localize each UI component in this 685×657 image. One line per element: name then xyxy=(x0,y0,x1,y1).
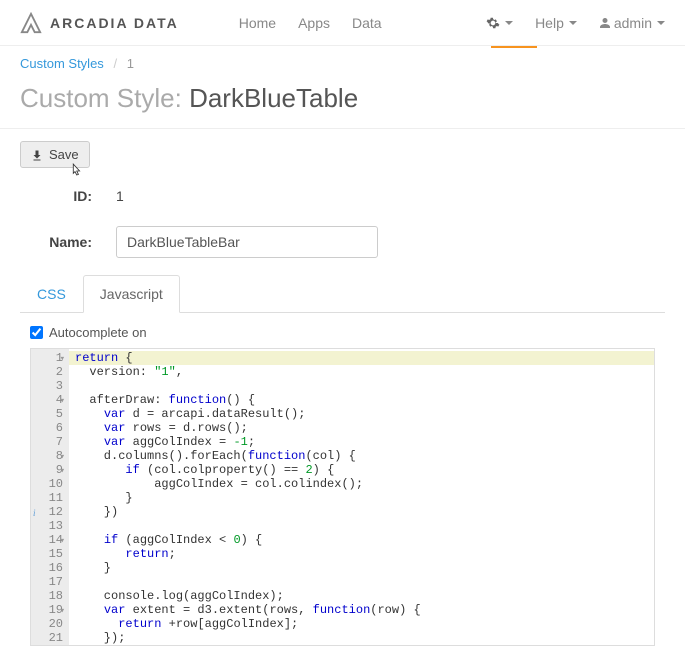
nav-apps[interactable]: Apps xyxy=(298,15,330,31)
cursor-pointer-icon xyxy=(68,163,82,179)
settings-menu[interactable] xyxy=(486,16,513,30)
page-title: Custom Style: DarkBlueTable xyxy=(20,83,665,114)
breadcrumb-root[interactable]: Custom Styles xyxy=(20,56,104,71)
page-heading: Custom Style: DarkBlueTable xyxy=(0,77,685,129)
autocomplete-label: Autocomplete on xyxy=(49,325,147,340)
caret-icon xyxy=(657,21,665,25)
nav-home[interactable]: Home xyxy=(239,15,276,31)
save-label: Save xyxy=(49,147,79,162)
help-label: Help xyxy=(535,15,564,31)
nav-right: Help admin xyxy=(486,15,665,31)
save-icon xyxy=(31,149,43,161)
id-value: 1 xyxy=(116,188,124,204)
help-menu[interactable]: Help xyxy=(535,15,577,31)
user-label: admin xyxy=(614,15,652,31)
editor-code[interactable]: return { version: "1", afterDraw: functi… xyxy=(69,349,654,645)
nav-data[interactable]: Data xyxy=(352,15,382,31)
tab-javascript[interactable]: Javascript xyxy=(83,275,180,313)
name-input[interactable] xyxy=(116,226,378,258)
nav-center: Home Apps Data xyxy=(239,15,382,31)
autocomplete-row: Autocomplete on xyxy=(0,313,685,348)
code-editor[interactable]: 1▾234▾5678▾9▾101112i1314▾1516171819▾2021… xyxy=(30,348,655,646)
logo-icon xyxy=(20,12,42,34)
editor-tabs: CSS Javascript xyxy=(20,274,665,313)
id-row: ID: 1 xyxy=(0,182,685,210)
caret-icon xyxy=(505,21,513,25)
breadcrumb-current: 1 xyxy=(127,56,134,71)
brand-logo[interactable]: ARCADIA DATA xyxy=(20,12,179,34)
title-prefix: Custom Style: xyxy=(20,83,189,113)
breadcrumb-sep: / xyxy=(113,56,117,71)
caret-icon xyxy=(569,21,577,25)
tab-css[interactable]: CSS xyxy=(20,275,83,313)
name-label: Name: xyxy=(20,234,92,250)
action-bar: Save xyxy=(0,141,685,182)
brand-text: ARCADIA DATA xyxy=(50,15,179,31)
id-label: ID: xyxy=(20,188,92,204)
breadcrumb: Custom Styles / 1 xyxy=(0,46,685,77)
top-nav: ARCADIA DATA Home Apps Data Help admin xyxy=(0,0,685,46)
autocomplete-checkbox[interactable] xyxy=(30,326,43,339)
editor-gutter: 1▾234▾5678▾9▾101112i1314▾1516171819▾2021… xyxy=(31,349,69,645)
gear-icon xyxy=(486,16,500,30)
title-name: DarkBlueTable xyxy=(189,83,358,113)
user-menu[interactable]: admin xyxy=(599,15,665,31)
user-icon xyxy=(599,17,611,29)
name-row: Name: xyxy=(0,220,685,264)
active-tab-underline xyxy=(491,46,537,48)
